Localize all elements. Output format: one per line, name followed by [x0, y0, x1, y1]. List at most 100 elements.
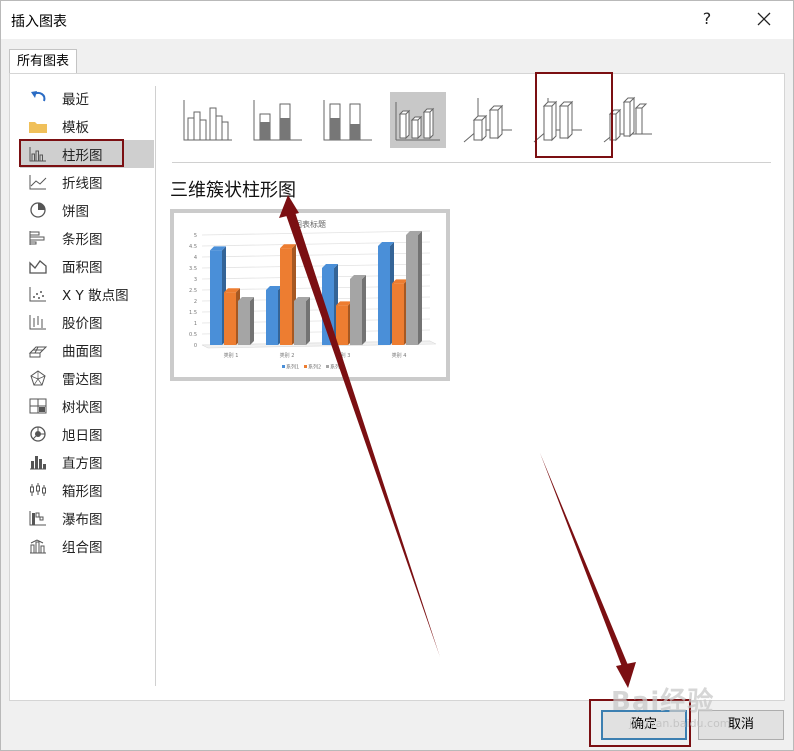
- subtype-stacked-column[interactable]: [250, 92, 306, 148]
- sidebar-item-combo-chart[interactable]: 组合图: [20, 532, 154, 560]
- sidebar-item-label: 雷达图: [62, 372, 103, 388]
- bar: [266, 290, 278, 345]
- 3d-clustered-column-icon: [395, 102, 440, 141]
- sidebar-item-label: 树状图: [62, 400, 103, 416]
- bar: [280, 248, 292, 345]
- x-tick-label: 类别 1: [224, 352, 239, 359]
- bar: [392, 283, 404, 345]
- sidebar-item-label: 组合图: [62, 540, 103, 556]
- bar: [322, 268, 334, 345]
- gridline: [201, 252, 431, 258]
- undo-arrow-icon: [28, 89, 48, 107]
- radar-chart-icon: [28, 369, 48, 387]
- sidebar-item-label: 模板: [62, 120, 89, 136]
- legend-swatch: [326, 365, 329, 368]
- preview-chart-svg: 图表标题 0 0.5 1 1.5 2 2.5 3 3.5 4 4.5 5 类别 1 类别 2 类别 3 类别 …: [189, 219, 437, 371]
- subtype-clustered-column[interactable]: [180, 92, 236, 148]
- legend-label: 系列3: [330, 364, 343, 371]
- x-tick-label: 类别 3: [336, 352, 351, 359]
- sidebar-item-line-chart[interactable]: 折线图: [20, 168, 154, 196]
- scatter-chart-icon: [28, 285, 48, 303]
- sidebar-item-label: X Y 散点图: [62, 288, 129, 304]
- sidebar-item-box-whisker-chart[interactable]: 箱形图: [20, 476, 154, 504]
- y-tick-label: 2: [194, 299, 197, 305]
- gridline: [201, 241, 431, 247]
- y-tick-label: 4.5: [189, 244, 197, 250]
- y-tick-label: 0: [194, 343, 197, 349]
- line-chart-icon: [28, 173, 48, 191]
- legend-swatch: [282, 365, 285, 368]
- sidebar-item-pie-chart[interactable]: 饼图: [20, 196, 154, 224]
- help-button[interactable]: ?: [695, 7, 719, 31]
- sidebar-item-histogram-chart[interactable]: 直方图: [20, 448, 154, 476]
- chart-subtype-gallery: [170, 72, 770, 162]
- sidebar-item-label: 面积图: [62, 260, 103, 276]
- bar: [294, 301, 306, 345]
- histogram-chart-icon: [28, 453, 48, 471]
- sidebar-item-label: 瀑布图: [62, 512, 103, 528]
- sidebar-item-label: 柱形图: [62, 148, 103, 164]
- sidebar-item-waterfall-chart[interactable]: 瀑布图: [20, 504, 154, 532]
- sidebar-item-label: 股价图: [62, 316, 103, 332]
- sidebar-item-treemap-chart[interactable]: 树状图: [20, 392, 154, 420]
- subtype-3d-stacked-column[interactable]: [460, 92, 516, 148]
- subtype-percent-stacked-column[interactable]: [320, 92, 376, 148]
- subtype-3d-clustered-column[interactable]: [390, 92, 446, 148]
- y-tick-label: 1: [194, 321, 197, 327]
- chart-type-list: 最近模板柱形图折线图饼图条形图面积图 X Y 散点图 股价图曲面图雷达图树状图旭日图…: [19, 84, 154, 560]
- 3d-stacked-column-icon: [463, 98, 512, 143]
- sidebar-item-surface-chart[interactable]: 曲面图: [20, 336, 154, 364]
- y-tick-label: 2.5: [189, 288, 197, 294]
- sidebar-item-scatter-chart[interactable]: X Y 散点图: [20, 280, 154, 308]
- legend-label: 系列1: [286, 364, 299, 371]
- bar: [350, 279, 362, 345]
- close-icon: [757, 12, 771, 26]
- sidebar-item-bar-chart[interactable]: 条形图: [20, 224, 154, 252]
- bar: [224, 292, 236, 345]
- title-bar: 插入图表 ?: [1, 1, 793, 39]
- bar-side: [362, 275, 366, 345]
- surface-chart-icon: [28, 341, 48, 359]
- legend-label: 系列2: [308, 364, 321, 371]
- sidebar-item-label: 条形图: [62, 232, 103, 248]
- sidebar-item-label: 饼图: [62, 204, 89, 220]
- sidebar-item-sunburst-chart[interactable]: 旭日图: [20, 420, 154, 448]
- x-tick-label: 类别 4: [392, 352, 407, 359]
- y-tick-label: 3.5: [189, 266, 197, 272]
- sidebar-item-label: 曲面图: [62, 344, 103, 360]
- column-chart-icon: [28, 145, 48, 163]
- y-tick-label: 4: [194, 255, 197, 261]
- watermark: Bai经验: [611, 687, 715, 717]
- watermark-url: jingyan.baidu.com: [629, 717, 731, 730]
- treemap-chart-icon: [28, 397, 48, 415]
- legend-swatch: [304, 365, 307, 368]
- chart-preview[interactable]: 图表标题 0 0.5 1 1.5 2 2.5 3 3.5 4 4.5 5 类别 1 类别 2 类别 3 类别 …: [170, 209, 450, 381]
- panel-divider: [155, 86, 156, 686]
- sidebar-item-label: 直方图: [62, 456, 103, 472]
- sidebar-item-undo-arrow[interactable]: 最近: [20, 84, 154, 112]
- gridline: [201, 274, 431, 280]
- y-tick-label: 5: [194, 233, 197, 239]
- waterfall-chart-icon: [28, 509, 48, 527]
- sidebar-item-label: 箱形图: [62, 484, 103, 500]
- x-tick-label: 类别 2: [280, 352, 295, 359]
- sidebar-item-label: 旭日图: [62, 428, 103, 444]
- tab-all-charts[interactable]: 所有图表: [9, 49, 78, 74]
- sunburst-chart-icon: [28, 425, 48, 443]
- sidebar-item-area-chart[interactable]: 面积图: [20, 252, 154, 280]
- sidebar-item-stock-chart[interactable]: 股价图: [20, 308, 154, 336]
- sidebar-item-radar-chart[interactable]: 雷达图: [20, 364, 154, 392]
- percent-stacked-column-icon: [323, 100, 372, 141]
- subtype-separator: [172, 162, 771, 163]
- gridline: [201, 263, 431, 269]
- close-button[interactable]: [751, 7, 777, 31]
- sidebar-item-folder[interactable]: 模板: [20, 112, 154, 140]
- sidebar-item-column-chart[interactable]: 柱形图: [19, 139, 154, 168]
- area-chart-icon: [28, 257, 48, 275]
- y-tick-label: 3: [194, 277, 197, 283]
- combo-chart-icon: [28, 537, 48, 555]
- bar: [210, 250, 222, 345]
- preview-title: 图表标题: [294, 219, 326, 229]
- bar: [238, 301, 250, 345]
- insert-chart-dialog: 插入图表 ? 所有图表 最近模板柱形图折线图饼图条形图面积图 X Y 散点图 股价图…: [0, 0, 794, 751]
